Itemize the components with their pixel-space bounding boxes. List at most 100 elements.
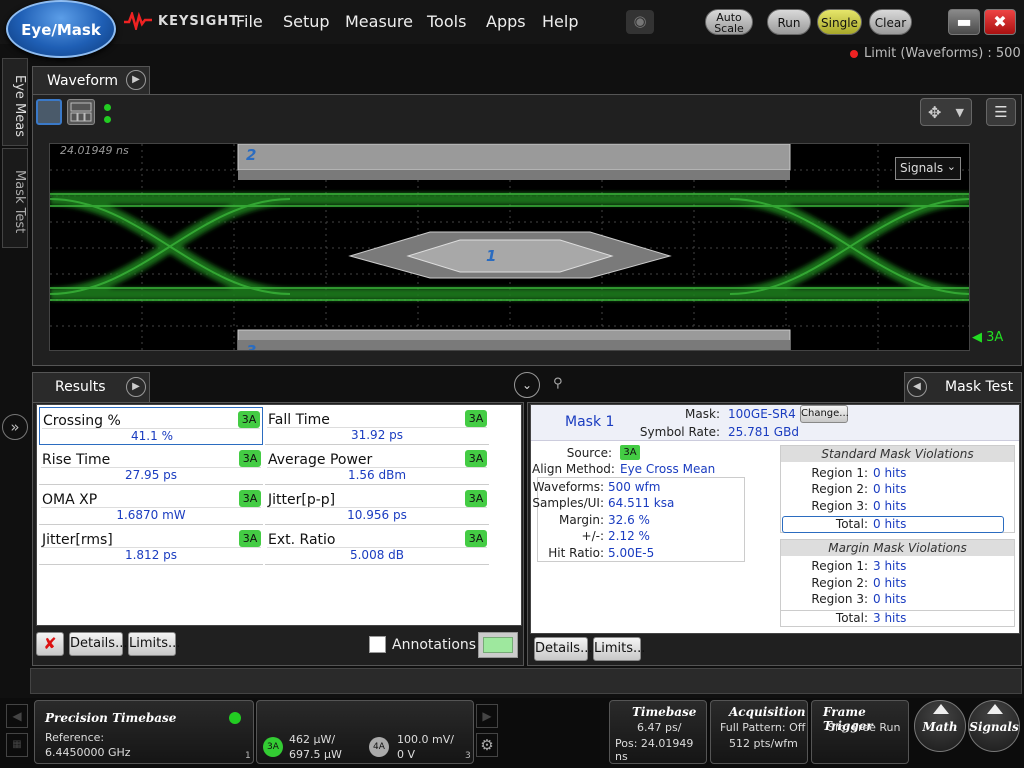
ch3a-offset: 697.5 µW	[289, 748, 342, 761]
clear-button[interactable]: Clear	[869, 9, 912, 35]
precision-timebase-module[interactable]: Precision Timebase Reference: 6.4450000 …	[34, 700, 254, 764]
measurement-name: Crossing %	[43, 413, 121, 429]
run-button[interactable]: Run	[767, 9, 811, 35]
measurement-jitter-rms[interactable]: Jitter[rms] 3A 1.812 ps	[39, 527, 263, 565]
timebase-scale: 6.47 ps/	[637, 721, 682, 734]
ch3a-scale: 462 µW/	[289, 733, 336, 746]
settings-gear-icon[interactable]: ⚙	[476, 733, 498, 757]
collapse-panels-icon[interactable]: ⌄	[514, 372, 540, 398]
single-layout-icon[interactable]	[36, 99, 62, 125]
scroll-right-icon[interactable]: ▶	[476, 704, 498, 728]
indicator-dot-icon	[104, 104, 111, 111]
channels-module[interactable]: 3A 462 µW/ 697.5 µW 4A 100.0 mV/ 0 V 3	[256, 700, 474, 764]
triangle-up-icon	[987, 704, 1003, 714]
measurement-value: 31.92 ps	[350, 428, 404, 442]
tab-eye-meas[interactable]: Eye Meas	[2, 58, 28, 146]
channel-badge: 3A	[465, 530, 487, 547]
menu-tools[interactable]: Tools	[427, 12, 466, 31]
trigger-source: Src: Free Run	[828, 721, 901, 734]
source-label: Source:	[566, 446, 612, 460]
expand-panel-icon[interactable]: »	[2, 414, 28, 440]
hit-ratio-label: Hit Ratio:	[548, 546, 604, 560]
margin-violations-title: Margin Mask Violations	[781, 540, 1014, 556]
tab-mask-test[interactable]: Mask Test	[2, 148, 28, 248]
mask-details-button[interactable]: Details...	[534, 637, 592, 661]
menu-measure[interactable]: Measure	[345, 12, 413, 31]
eye-mask-mode-button[interactable]: Eye/Mask	[6, 0, 116, 58]
channel-badge: 3A	[239, 490, 261, 507]
timebase-button[interactable]: Timebase 6.47 ps/ Pos: 24.01949 ns	[609, 700, 707, 764]
minimize-icon[interactable]: ▬	[948, 9, 980, 35]
measurement-ext-ratio[interactable]: Ext. Ratio 3A 5.008 dB	[265, 527, 489, 565]
samples-value: 64.511 ksa	[608, 496, 675, 510]
menu-file[interactable]: File	[236, 12, 263, 31]
keypad-icon[interactable]: ▦	[6, 733, 28, 757]
menu-help[interactable]: Help	[542, 12, 578, 31]
reference-value: 6.4450000 GHz	[45, 746, 131, 759]
menu-apps[interactable]: Apps	[486, 12, 526, 31]
ch4a-offset: 0 V	[397, 748, 416, 761]
camera-icon[interactable]: ◉	[626, 10, 654, 34]
measurement-oma-xp[interactable]: OMA XP 3A 1.6870 mW	[39, 487, 263, 525]
play-back-icon[interactable]: ◀	[907, 377, 927, 397]
align-method-value: Eye Cross Mean	[620, 462, 716, 476]
eye-diagram-display[interactable]: 2 1 3	[49, 143, 970, 351]
grid-icon	[70, 102, 92, 122]
measurement-average-power[interactable]: Average Power 3A 1.56 dBm	[265, 447, 489, 485]
signals-button[interactable]: Signals	[968, 700, 1020, 752]
play-icon[interactable]: ▶	[126, 377, 146, 397]
pin-icon[interactable]: ⚲	[553, 376, 563, 391]
delete-measurement-icon[interactable]: ✘	[36, 632, 64, 656]
mask-region-2-label: 2	[246, 146, 256, 164]
mask-region-3-label: 3	[246, 342, 256, 351]
acquisition-button[interactable]: Acquisition Full Pattern: Off 512 pts/wf…	[710, 700, 808, 764]
hit-ratio-value: 5.00E-5	[608, 546, 655, 560]
keysight-logo: KEYSIGHT	[124, 10, 239, 32]
play-icon[interactable]: ▶	[126, 70, 146, 90]
results-grid: Crossing % 3A 41.1 % Fall Time 3A 31.92 …	[36, 404, 522, 626]
annotations-checkbox[interactable]	[369, 636, 386, 653]
mask-test-tab[interactable]: ◀ Mask Test	[904, 372, 1022, 402]
std-total-label: Total:	[835, 517, 868, 531]
measurement-value: 5.008 dB	[349, 548, 405, 562]
waveform-tab[interactable]: Waveform ▶	[32, 66, 150, 94]
measurement-rise-time[interactable]: Rise Time 3A 27.95 ps	[39, 447, 263, 485]
results-details-button[interactable]: Details...	[69, 632, 127, 656]
change-mask-button[interactable]: Change...	[800, 405, 849, 423]
triangle-up-icon	[933, 704, 949, 714]
scroll-left-icon[interactable]: ◀	[6, 704, 28, 728]
mask-region-1-label: 1	[486, 247, 496, 265]
annotation-color-swatch[interactable]	[478, 632, 518, 658]
left-tab-strip: Eye Meas Mask Test »	[0, 58, 30, 698]
close-icon[interactable]: ✖	[984, 9, 1016, 35]
signals-dropdown[interactable]: Signals ⌄	[895, 157, 961, 180]
waveforms-value: 500 wfm	[608, 480, 661, 494]
results-tab[interactable]: Results ▶	[32, 372, 150, 402]
results-tab-label: Results	[55, 379, 106, 395]
measurement-jitter-pp[interactable]: Jitter[p-p] 3A 10.956 ps	[265, 487, 489, 525]
measurement-fall-time[interactable]: Fall Time 3A 31.92 ps	[265, 407, 489, 445]
single-button[interactable]: Single	[817, 9, 862, 35]
pan-button[interactable]: ✥ ▼	[920, 98, 972, 126]
chevron-down-icon: ▼	[955, 105, 964, 119]
module-title: Precision Timebase	[45, 711, 177, 725]
std-total-value: 0 hits	[873, 517, 907, 531]
measurement-crossing[interactable]: Crossing % 3A 41.1 %	[39, 407, 263, 445]
hamburger-menu-icon[interactable]: ☰	[986, 98, 1016, 126]
mask-limits-button[interactable]: Limits...	[593, 637, 645, 661]
measurement-name: Fall Time	[268, 412, 330, 428]
std-region-2-label: Region 2:	[811, 482, 868, 496]
channel-marker[interactable]: ◀ 3A	[972, 330, 1003, 345]
frame-trigger-button[interactable]: Frame Trigger Src: Free Run	[811, 700, 909, 764]
waveform-tab-label: Waveform	[47, 73, 119, 89]
mrg-total-label: Total:	[835, 611, 868, 625]
channel-3a-icon: 3A	[263, 737, 283, 757]
auto-scale-button[interactable]: Auto Scale	[705, 9, 753, 35]
results-limits-button[interactable]: Limits...	[128, 632, 180, 656]
math-button[interactable]: Math	[914, 700, 966, 752]
channel-badge: 3A	[465, 410, 487, 427]
symbol-rate-label: Symbol Rate:	[639, 425, 720, 439]
split-layout-icon[interactable]	[67, 99, 95, 125]
acquisition-title: Acquisition	[729, 705, 806, 719]
menu-setup[interactable]: Setup	[283, 12, 330, 31]
